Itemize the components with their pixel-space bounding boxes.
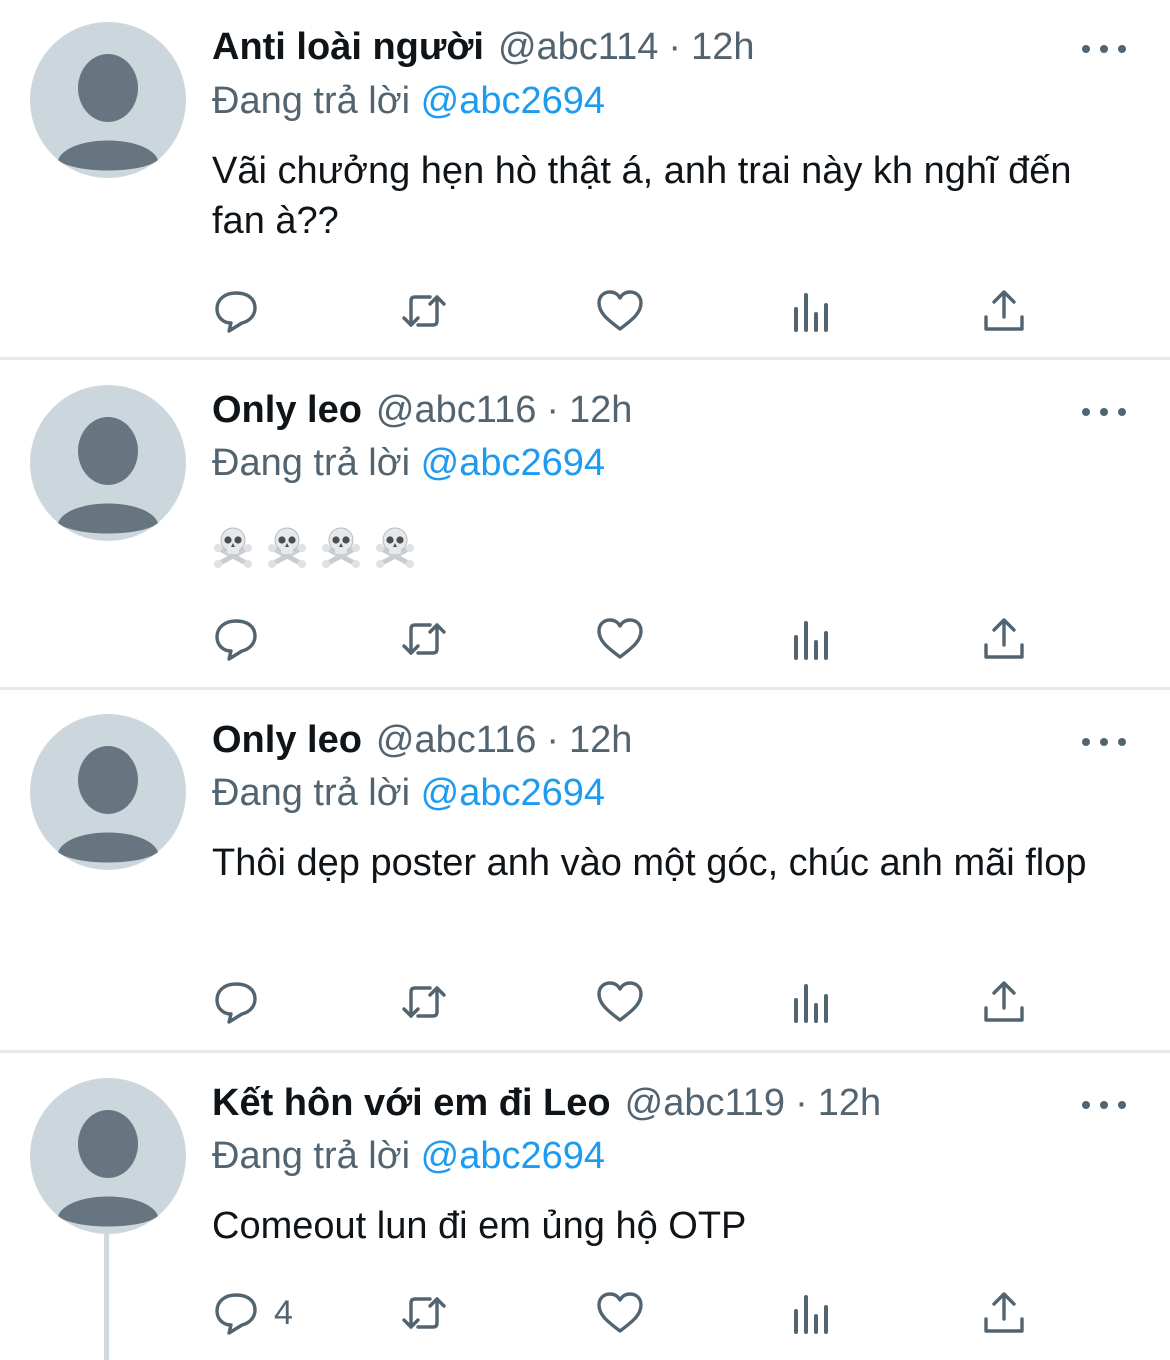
display-name[interactable]: Kết hôn với em đi Leo: [212, 1082, 611, 1125]
replying-to-label: Đang trả lời: [212, 80, 411, 122]
skull-crossbones-icon: [268, 527, 306, 568]
share-icon: [984, 1292, 1024, 1333]
retweet-button[interactable]: [400, 614, 448, 664]
replying-to-label: Đang trả lời: [212, 1135, 411, 1177]
replying-to: Đang trả lời @abc2694: [212, 1135, 605, 1178]
retweet-icon: [402, 623, 446, 655]
analytics-icon: [794, 621, 828, 660]
reply-count: 4: [274, 1293, 293, 1332]
retweet-icon: [402, 1297, 446, 1329]
more-options-icon[interactable]: [1082, 34, 1126, 64]
analytics-icon: [794, 293, 828, 332]
timestamp[interactable]: 12h: [569, 389, 632, 432]
timestamp[interactable]: 12h: [818, 1082, 881, 1125]
tweet-text: Comeout lun đi em ủng hộ OTP: [212, 1205, 747, 1247]
tweet[interactable]: Anti loài người @abc114 · 12h Đang trả l…: [0, 0, 1170, 357]
replying-to-label: Đang trả lời: [212, 442, 411, 484]
analytics-icon: [794, 984, 828, 1023]
user-handle[interactable]: @abc116: [376, 389, 536, 432]
reply-icon: [215, 291, 257, 333]
action-bar: [212, 286, 1042, 336]
retweet-icon: [402, 295, 446, 327]
tweet-emoji-text: [212, 526, 416, 568]
analytics-button[interactable]: [788, 977, 836, 1027]
more-options-icon[interactable]: [1082, 397, 1126, 427]
heart-icon: [597, 1292, 643, 1333]
action-bar: [212, 614, 1042, 664]
more-options-icon[interactable]: [1082, 1090, 1126, 1120]
separator-dot: ·: [795, 1082, 808, 1124]
default-avatar-icon[interactable]: [30, 385, 186, 541]
heart-icon: [597, 618, 643, 659]
mention-link[interactable]: @abc2694: [421, 80, 605, 122]
mention-link[interactable]: @abc2694: [421, 442, 605, 484]
tweet-header: Only leo @abc116 · 12h: [212, 389, 1040, 439]
reply-button[interactable]: [212, 286, 274, 336]
tweet-feed: Anti loài người @abc114 · 12h Đang trả l…: [0, 0, 1170, 1360]
like-button[interactable]: [596, 1288, 644, 1338]
analytics-icon: [794, 1295, 828, 1334]
reply-icon: [215, 982, 257, 1024]
default-avatar-icon[interactable]: [30, 714, 186, 870]
like-button[interactable]: [596, 286, 644, 336]
skull-crossbones-icon: [376, 527, 414, 568]
default-avatar-icon[interactable]: [30, 1078, 186, 1234]
skull-crossbones-icon: [322, 527, 360, 568]
heart-icon: [597, 981, 643, 1022]
action-bar: 4: [212, 1288, 1042, 1338]
separator-dot: ·: [546, 719, 560, 761]
timestamp[interactable]: 12h: [569, 719, 632, 762]
tweet-text: Thôi dẹp poster anh vào một góc, chúc an…: [212, 842, 1087, 884]
analytics-button[interactable]: [788, 614, 836, 664]
share-icon: [984, 981, 1024, 1022]
thread-line: [104, 1233, 109, 1360]
retweet-icon: [402, 986, 446, 1018]
user-handle[interactable]: @abc114: [498, 26, 658, 69]
share-icon: [984, 290, 1024, 331]
share-button[interactable]: [980, 977, 1028, 1027]
tweet-header: Anti loài người @abc114 · 12h: [212, 26, 1040, 76]
skull-crossbones-icon: [214, 527, 252, 568]
action-bar: [212, 977, 1042, 1027]
tweet-header: Only leo @abc116 · 12h: [212, 719, 1040, 769]
mention-link[interactable]: @abc2694: [421, 1135, 605, 1177]
tweet[interactable]: Only leo @abc116 · 12h Đang trả lời @abc…: [0, 360, 1170, 687]
timestamp[interactable]: 12h: [691, 26, 754, 69]
analytics-button[interactable]: [788, 286, 836, 336]
display-name[interactable]: Anti loài người: [212, 26, 484, 69]
separator-dot: ·: [546, 389, 560, 431]
share-button[interactable]: [980, 1288, 1028, 1338]
reply-icon: [215, 1293, 257, 1335]
tweet[interactable]: Kết hôn với em đi Leo @abc119 · 12h Đang…: [0, 1053, 1170, 1360]
replying-to: Đang trả lời @abc2694: [212, 772, 605, 815]
user-handle[interactable]: @abc116: [376, 719, 536, 762]
separator-dot: ·: [668, 26, 682, 68]
reply-button[interactable]: [212, 614, 274, 664]
tweet[interactable]: Only leo @abc116 · 12h Đang trả lời @abc…: [0, 690, 1170, 1050]
retweet-button[interactable]: [400, 977, 448, 1027]
share-button[interactable]: [980, 614, 1028, 664]
like-button[interactable]: [596, 614, 644, 664]
default-avatar-icon[interactable]: [30, 22, 186, 178]
display-name[interactable]: Only leo: [212, 719, 362, 762]
more-options-icon[interactable]: [1082, 727, 1126, 757]
tweet-text: Vãi chưởng hẹn hò thật á, anh trai này k…: [212, 150, 1072, 242]
retweet-button[interactable]: [400, 1288, 448, 1338]
reply-button[interactable]: [212, 977, 274, 1027]
mention-link[interactable]: @abc2694: [421, 772, 605, 814]
user-handle[interactable]: @abc119: [625, 1082, 785, 1125]
replying-to-label: Đang trả lời: [212, 772, 411, 814]
share-button[interactable]: [980, 286, 1028, 336]
replying-to: Đang trả lời @abc2694: [212, 80, 605, 123]
share-icon: [984, 618, 1024, 659]
reply-button[interactable]: 4: [212, 1288, 293, 1338]
tweet-header: Kết hôn với em đi Leo @abc119 · 12h: [212, 1082, 1040, 1132]
display-name[interactable]: Only leo: [212, 389, 362, 432]
retweet-button[interactable]: [400, 286, 448, 336]
like-button[interactable]: [596, 977, 644, 1027]
reply-icon: [215, 619, 257, 661]
analytics-button[interactable]: [788, 1288, 836, 1338]
heart-icon: [597, 290, 643, 331]
replying-to: Đang trả lời @abc2694: [212, 442, 605, 485]
